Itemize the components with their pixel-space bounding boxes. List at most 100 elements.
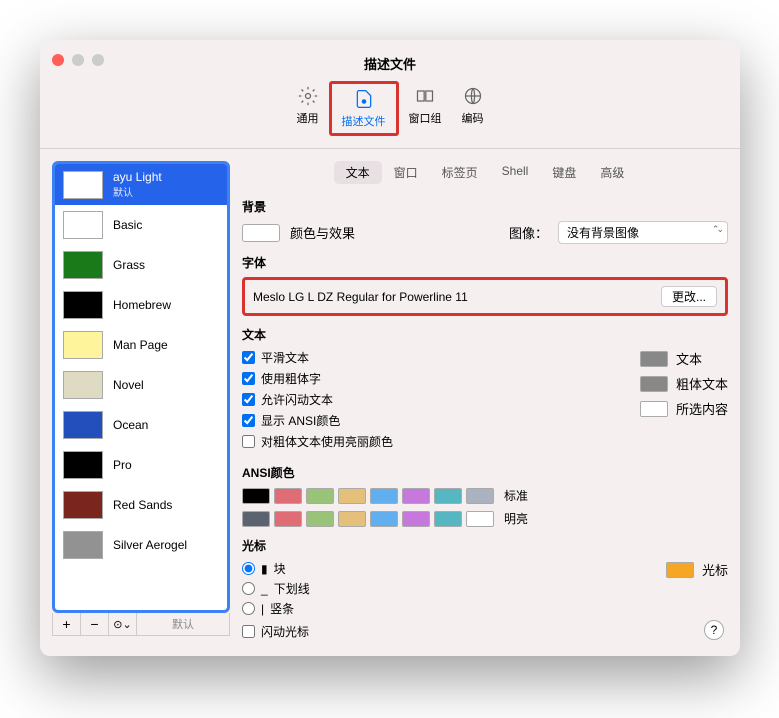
blink-cursor-checkbox[interactable]: 闪动光标 bbox=[242, 623, 636, 640]
profile-thumb bbox=[63, 491, 103, 519]
profile-thumb bbox=[63, 451, 103, 479]
traffic-lights bbox=[52, 54, 104, 66]
ansi-swatch[interactable] bbox=[370, 488, 398, 504]
sidebar: ayu Light默认BasicGrassHomebrewMan PageNov… bbox=[52, 161, 230, 644]
tab-general[interactable]: 通用 bbox=[287, 81, 329, 136]
section-background: 背景 bbox=[242, 198, 728, 215]
profile-thumb bbox=[63, 291, 103, 319]
ansi-swatch[interactable] bbox=[402, 511, 430, 527]
ansi-swatch[interactable] bbox=[466, 488, 494, 504]
profile-item[interactable]: Pro bbox=[55, 445, 227, 485]
globe-icon bbox=[462, 85, 484, 107]
groups-icon bbox=[414, 85, 436, 107]
profile-name: Silver Aerogel bbox=[113, 538, 187, 552]
cursor-bar-radio[interactable]: | 竖条 bbox=[242, 600, 636, 617]
ansi-swatch[interactable] bbox=[434, 488, 462, 504]
background-image-select[interactable]: 没有背景图像 bbox=[558, 221, 728, 244]
profile-tab[interactable]: 高级 bbox=[588, 161, 636, 184]
profile-item[interactable]: Ocean bbox=[55, 405, 227, 445]
profile-name: Homebrew bbox=[113, 298, 171, 312]
ansi-swatch[interactable] bbox=[434, 511, 462, 527]
profile-tab[interactable]: 标签页 bbox=[430, 161, 490, 184]
font-row: Meslo LG L DZ Regular for Powerline 11 更… bbox=[242, 277, 728, 316]
toolbar: 通用 描述文件 窗口组 编码 bbox=[40, 73, 740, 149]
cursor-block-radio[interactable]: ▮ 块 bbox=[242, 560, 636, 577]
sidebar-actions: + − ⊙⌄ 默认 bbox=[52, 613, 230, 636]
profile-sub: 默认 bbox=[113, 184, 162, 199]
profile-item[interactable]: Man Page bbox=[55, 325, 227, 365]
tab-groups[interactable]: 窗口组 bbox=[399, 81, 452, 136]
profile-name: Red Sands bbox=[113, 498, 172, 512]
smooth-text-checkbox[interactable]: 平滑文本 bbox=[242, 349, 610, 366]
ansi-swatch[interactable] bbox=[242, 511, 270, 527]
profile-item[interactable]: ayu Light默认 bbox=[55, 164, 227, 205]
tab-encodings[interactable]: 编码 bbox=[452, 81, 494, 136]
profile-tab[interactable]: 键盘 bbox=[540, 161, 588, 184]
profile-item[interactable]: Silver Aerogel bbox=[55, 525, 227, 565]
help-button[interactable]: ? bbox=[704, 620, 724, 640]
profile-thumb bbox=[63, 331, 103, 359]
add-profile-button[interactable]: + bbox=[53, 613, 81, 635]
cursor-underline-radio[interactable]: _ 下划线 bbox=[242, 580, 636, 597]
profile-list[interactable]: ayu Light默认 Basic Grass Homebrew Man Page Nov… bbox=[52, 161, 230, 613]
main-panel: 文本窗口标签页Shell键盘高级 背景 颜色与效果 图像： 没有背景图像 字体 … bbox=[242, 161, 728, 644]
ansi-swatch[interactable] bbox=[338, 511, 366, 527]
profile-thumb bbox=[63, 251, 103, 279]
profile-thumb bbox=[63, 531, 103, 559]
profile-name: Basic bbox=[113, 218, 142, 232]
profile-tab[interactable]: Shell bbox=[490, 161, 541, 184]
blink-text-checkbox[interactable]: 允许闪动文本 bbox=[242, 391, 610, 408]
text-color-well[interactable] bbox=[640, 351, 668, 367]
remove-profile-button[interactable]: − bbox=[81, 613, 109, 635]
section-ansi: ANSI颜色 bbox=[242, 464, 728, 481]
profile-tab[interactable]: 文本 bbox=[334, 161, 382, 184]
profile-item[interactable]: Grass bbox=[55, 245, 227, 285]
content: ayu Light默认BasicGrassHomebrewMan PageNov… bbox=[40, 149, 740, 656]
ansi-swatch[interactable] bbox=[306, 488, 334, 504]
profile-thumb bbox=[63, 411, 103, 439]
change-font-button[interactable]: 更改... bbox=[661, 286, 717, 307]
tab-profiles[interactable]: 描述文件 bbox=[329, 81, 399, 136]
ansi-swatch[interactable] bbox=[306, 511, 334, 527]
ansi-bright-row: 明亮 bbox=[242, 510, 728, 527]
close-button[interactable] bbox=[52, 54, 64, 66]
ansi-swatch[interactable] bbox=[242, 488, 270, 504]
bright-bold-checkbox[interactable]: 对粗体文本使用亮丽颜色 bbox=[242, 433, 610, 450]
ansi-swatch[interactable] bbox=[466, 511, 494, 527]
profile-tab[interactable]: 窗口 bbox=[382, 161, 430, 184]
profile-name: Pro bbox=[113, 458, 132, 472]
ansi-swatch[interactable] bbox=[274, 488, 302, 504]
default-button[interactable]: 默认 bbox=[137, 613, 229, 635]
preferences-window: 描述文件 通用 描述文件 窗口组 编码 ayu Light默认BasicGras… bbox=[40, 40, 740, 656]
profile-thumb bbox=[63, 211, 103, 239]
profile-icon bbox=[353, 88, 375, 110]
minimize-button[interactable] bbox=[72, 54, 84, 66]
profile-item[interactable]: Basic bbox=[55, 205, 227, 245]
profile-name: Grass bbox=[113, 258, 145, 272]
profile-item[interactable]: Homebrew bbox=[55, 285, 227, 325]
profile-item[interactable]: Red Sands bbox=[55, 485, 227, 525]
ansi-swatch[interactable] bbox=[274, 511, 302, 527]
ansi-colors-checkbox[interactable]: 显示 ANSI颜色 bbox=[242, 412, 610, 429]
section-text: 文本 bbox=[242, 326, 728, 343]
section-font: 字体 bbox=[242, 254, 728, 271]
ansi-normal-row: 标准 bbox=[242, 487, 728, 504]
profile-menu-button[interactable]: ⊙⌄ bbox=[109, 613, 137, 635]
background-color-well[interactable] bbox=[242, 224, 280, 242]
background-color-label: 颜色与效果 bbox=[290, 223, 355, 242]
selection-color-well[interactable] bbox=[640, 401, 668, 417]
font-name: Meslo LG L DZ Regular for Powerline 11 bbox=[253, 290, 651, 304]
zoom-button[interactable] bbox=[92, 54, 104, 66]
ansi-swatch[interactable] bbox=[402, 488, 430, 504]
bold-text-color-well[interactable] bbox=[640, 376, 668, 392]
section-cursor: 光标 bbox=[242, 537, 728, 554]
profile-item[interactable]: Novel bbox=[55, 365, 227, 405]
profile-name: ayu Light bbox=[113, 170, 162, 184]
bold-font-checkbox[interactable]: 使用粗体字 bbox=[242, 370, 610, 387]
ansi-swatch[interactable] bbox=[338, 488, 366, 504]
window-title: 描述文件 bbox=[52, 50, 728, 73]
cursor-color-well[interactable] bbox=[666, 562, 694, 578]
profile-tabs: 文本窗口标签页Shell键盘高级 bbox=[242, 161, 728, 184]
profile-name: Novel bbox=[113, 378, 144, 392]
ansi-swatch[interactable] bbox=[370, 511, 398, 527]
